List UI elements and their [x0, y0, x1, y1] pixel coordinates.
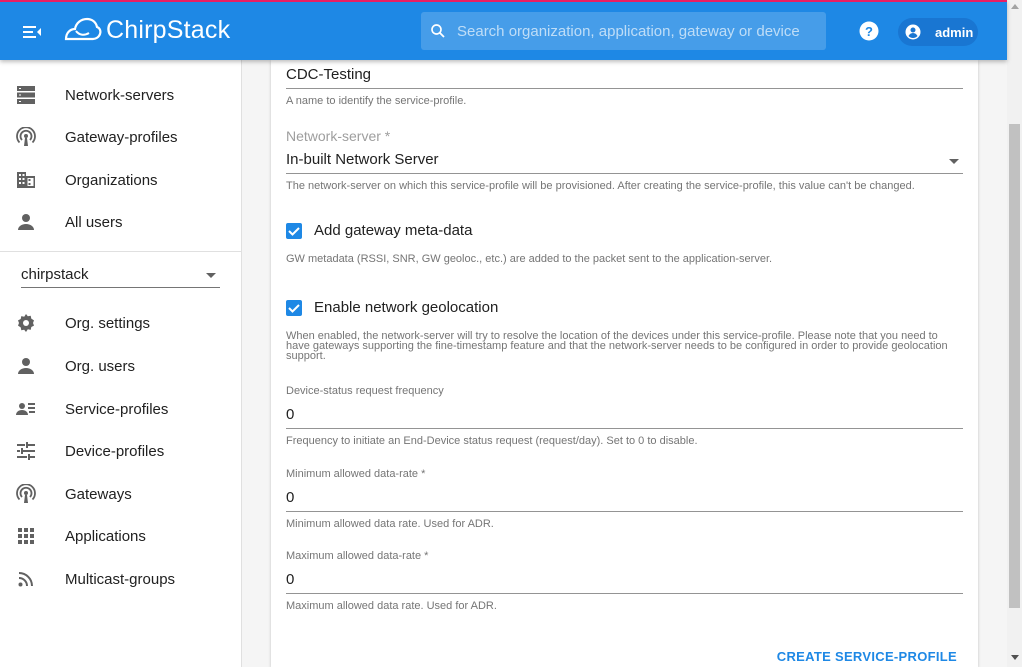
gear-icon — [18, 314, 34, 332]
sidebar-item-label: Org. settings — [65, 314, 151, 332]
max-data-rate-field: Maximum allowed data-rate * 0 Maximum al… — [286, 550, 963, 612]
dropdown-arrow-icon — [206, 273, 216, 278]
sidebar-item-gateway-profiles[interactable]: Gateway-profiles — [0, 117, 241, 157]
sidebar-item-organizations[interactable]: Organizations — [0, 160, 241, 200]
min-data-rate-input[interactable]: 0 — [286, 489, 963, 512]
sidebar: Network-servers Gateway-profiles Organiz… — [0, 60, 242, 667]
sidebar-item-label: All users — [65, 213, 123, 231]
max-data-rate-label: Maximum allowed data-rate * — [286, 550, 429, 562]
app-bar: ChirpStack ? admin — [0, 0, 1007, 60]
sidebar-item-label: Multicast-groups — [65, 570, 176, 588]
sidebar-item-multicast-groups[interactable]: Multicast-groups — [0, 559, 241, 599]
device-status-frequency-help: Frequency to initiate an End-Device stat… — [286, 435, 698, 447]
min-data-rate-field: Minimum allowed data-rate * 0 Minimum al… — [286, 468, 963, 530]
max-data-rate-input[interactable]: 0 — [286, 571, 963, 594]
service-profile-form: CDC-Testing A name to identify the servi… — [271, 60, 978, 667]
building-icon — [17, 172, 35, 188]
sidebar-item-label: Organizations — [65, 171, 158, 189]
sidebar-item-label: Gateways — [65, 485, 132, 503]
sidebar-item-all-users[interactable]: All users — [0, 202, 241, 242]
checkmark-icon — [288, 226, 300, 236]
sidebar-item-label: Org. users — [65, 357, 136, 375]
chirpstack-logo[interactable]: ChirpStack — [62, 12, 230, 48]
device-status-frequency-input[interactable]: 0 — [286, 406, 963, 429]
account-circle-icon — [905, 24, 921, 40]
sidebar-item-network-servers[interactable]: Network-servers — [0, 75, 241, 115]
sidebar-item-applications[interactable]: Applications — [0, 516, 241, 556]
add-gateway-metadata-help: GW metadata (RSSI, SNR, GW geoloc., etc.… — [286, 253, 773, 265]
user-icon — [18, 214, 34, 230]
sidebar-divider — [0, 251, 241, 252]
tune-icon — [17, 442, 35, 460]
sidebar-item-label: Applications — [65, 527, 146, 545]
sidebar-item-label: Service-profiles — [65, 400, 169, 418]
device-status-frequency-label: Device-status request frequency — [286, 385, 444, 397]
sidebar-item-device-profiles[interactable]: Device-profiles — [0, 431, 241, 471]
user-menu-button[interactable]: admin — [898, 18, 978, 46]
scrollbar-thumb[interactable] — [1009, 124, 1020, 608]
dropdown-arrow-icon — [949, 159, 959, 164]
help-icon[interactable]: ? — [859, 21, 879, 41]
rss-icon — [18, 572, 33, 587]
scroll-up-arrow-icon[interactable] — [1011, 4, 1019, 9]
name-field: CDC-Testing A name to identify the servi… — [286, 66, 963, 107]
add-gateway-metadata-checkbox[interactable] — [286, 222, 302, 239]
sidebar-item-org-settings[interactable]: Org. settings — [0, 303, 241, 343]
apps-grid-icon — [18, 528, 34, 544]
page-scrollbar[interactable] — [1007, 0, 1022, 667]
bird-logo-icon — [64, 17, 102, 41]
sidebar-item-service-profiles[interactable]: Service-profiles — [0, 389, 241, 429]
network-server-label: Network-server * — [286, 128, 391, 144]
sidebar-item-org-users[interactable]: Org. users — [0, 346, 241, 386]
menu-collapse-icon[interactable] — [20, 20, 44, 44]
antenna-icon — [16, 484, 36, 503]
network-geolocation-label: Enable network geolocation — [314, 299, 499, 316]
sidebar-item-gateways[interactable]: Gateways — [0, 474, 241, 514]
antenna-icon — [16, 127, 36, 146]
network-server-field: Network-server * In-built Network Server… — [286, 128, 963, 192]
network-geolocation-checkbox[interactable] — [286, 299, 302, 316]
search-box[interactable] — [421, 12, 826, 50]
min-data-rate-help: Minimum allowed data rate. Used for ADR. — [286, 518, 494, 530]
add-gateway-metadata-checkbox-row[interactable]: Add gateway meta-data — [286, 222, 472, 239]
add-gateway-metadata-label: Add gateway meta-data — [314, 222, 473, 239]
search-icon — [431, 24, 445, 38]
device-status-frequency-field: Device-status request frequency 0 Freque… — [286, 385, 963, 447]
network-server-select[interactable]: In-built Network Server — [286, 151, 963, 174]
organization-select-value: chirpstack — [21, 266, 89, 283]
user-name: admin — [935, 24, 974, 40]
network-geolocation-help: When enabled, the network-server will tr… — [286, 330, 948, 362]
network-geolocation-checkbox-row[interactable]: Enable network geolocation — [286, 299, 498, 316]
network-server-help: The network-server on which this service… — [286, 180, 915, 192]
min-data-rate-label: Minimum allowed data-rate * — [286, 468, 426, 480]
sidebar-item-label: Network-servers — [65, 86, 175, 104]
logo-text: ChirpStack — [106, 15, 231, 44]
account-list-icon — [16, 403, 35, 415]
scroll-down-arrow-icon[interactable] — [1011, 655, 1019, 660]
max-data-rate-help: Maximum allowed data rate. Used for ADR. — [286, 600, 497, 612]
sidebar-item-label: Gateway-profiles — [65, 128, 178, 146]
search-input[interactable] — [455, 21, 819, 41]
svg-text:?: ? — [865, 24, 873, 39]
name-input[interactable]: CDC-Testing — [286, 66, 963, 89]
organization-select[interactable]: chirpstack — [21, 263, 220, 288]
sidebar-item-label: Device-profiles — [65, 442, 165, 460]
server-icon — [17, 86, 35, 104]
checkmark-icon — [288, 303, 300, 313]
create-service-profile-button[interactable]: CREATE SERVICE-PROFILE — [777, 649, 957, 664]
user-icon — [18, 358, 34, 374]
name-help: A name to identify the service-profile. — [286, 95, 467, 107]
